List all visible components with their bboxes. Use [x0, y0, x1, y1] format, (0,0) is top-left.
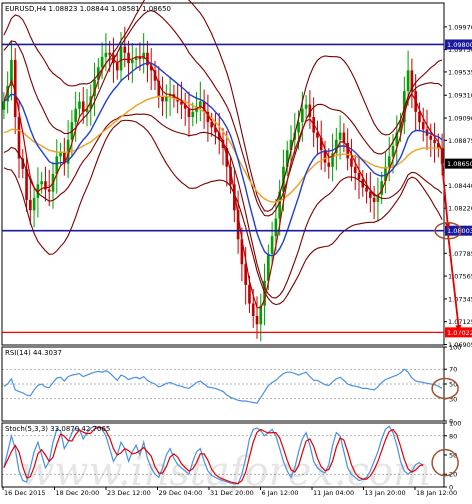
rsi-tick-label: 70 [449, 366, 457, 374]
candle-body [187, 108, 191, 117]
x-tick-label: 13 Jan 20:00 [365, 489, 406, 497]
y-tick-label: 1.09535 [448, 68, 472, 76]
candle-body [406, 70, 410, 92]
candle-body [255, 315, 259, 325]
candle-body [2, 101, 6, 110]
candle-body [32, 197, 36, 211]
chart-canvas: www.instaforex.com1.099701.097501.095351… [0, 0, 472, 500]
candle-body [47, 189, 51, 192]
upper-band-line [3, 0, 443, 212]
stoch-title: Stoch(5,3,3) 33.0870 42.7065 [5, 425, 110, 433]
x-tick-label: 6 Jan 12:00 [262, 489, 299, 497]
candle-body [29, 199, 32, 211]
candle-body [127, 52, 130, 64]
candle-body [131, 60, 134, 64]
x-tick-label: 16 Dec 2015 [4, 489, 46, 497]
candle-body [327, 162, 331, 167]
candle-body [248, 284, 251, 304]
candle-body [338, 132, 342, 140]
candle-body [40, 181, 43, 185]
candle-body [74, 108, 77, 123]
stoch-circle-marker [431, 448, 459, 477]
candle-body [350, 158, 353, 167]
candle-body [418, 111, 421, 123]
forecast-arrow-1 [441, 163, 450, 229]
y-tick-label: 1.07345 [448, 295, 472, 303]
y-tick-label: 1.09310 [448, 92, 472, 100]
x-tick-label: 18 Jan 12:00 [416, 489, 457, 497]
candle-body [104, 52, 108, 57]
candle-body [123, 46, 127, 53]
candle-body [372, 197, 376, 202]
candle-body [353, 166, 357, 173]
rsi-tick-label: 50 [449, 381, 457, 389]
x-tick-label: 11 Jan 04:00 [313, 489, 354, 497]
y-tick-label: 1.09090 [448, 115, 472, 123]
y-tick-label: 1.08220 [448, 205, 472, 213]
candle-body [433, 139, 436, 143]
y-tick-label: 1.09970 [448, 23, 472, 31]
candle-body [78, 101, 81, 109]
y-tick-label: 1.08440 [448, 182, 472, 190]
candle-body [421, 122, 425, 130]
candle-body [357, 172, 361, 180]
rsi-title: RSI(14) 44.3037 [5, 349, 62, 357]
candle-body [191, 111, 195, 117]
x-tick-label: 23 Dec 12:00 [107, 489, 151, 497]
candle-body [387, 156, 391, 167]
candle-body [301, 108, 304, 123]
candle-body [161, 96, 164, 102]
candle-body [259, 305, 263, 325]
candle-body [270, 236, 274, 254]
candle-body [199, 101, 202, 107]
price-chart-title: EURUSD,H4 1.08823 1.08844 1.08581 1.0865… [5, 5, 171, 13]
candle-body [100, 56, 104, 68]
rsi-line [3, 368, 443, 404]
candle-body [119, 46, 123, 71]
candle-body [108, 52, 111, 55]
x-tick-label: 29 Dec 04:00 [159, 489, 203, 497]
candle-body [365, 187, 368, 192]
chart-svg: www.instaforex.com1.099701.097501.095351… [1, 0, 472, 497]
candle-body [251, 303, 255, 316]
stoch-tick-label: 100 [449, 420, 461, 428]
candle-body [274, 218, 278, 237]
price-tag-label: 1.09800 [447, 41, 472, 49]
candle-body [304, 104, 308, 109]
y-tick-label: 1.08875 [448, 137, 472, 145]
candle-body [115, 63, 119, 71]
candle-body [429, 135, 433, 140]
rsi-tick-label: 100 [449, 344, 461, 352]
x-tick-label: 18 Dec 20:00 [56, 489, 100, 497]
stoch-tick-label: 80 [449, 432, 457, 440]
x-tick-label: 31 Dec 20:00 [210, 489, 254, 497]
price-tag-label: 1.08650 [447, 160, 472, 168]
ma-fast-line [3, 56, 443, 309]
y-tick-label: 1.07565 [448, 273, 472, 281]
y-tick-label: 1.07785 [448, 250, 472, 258]
